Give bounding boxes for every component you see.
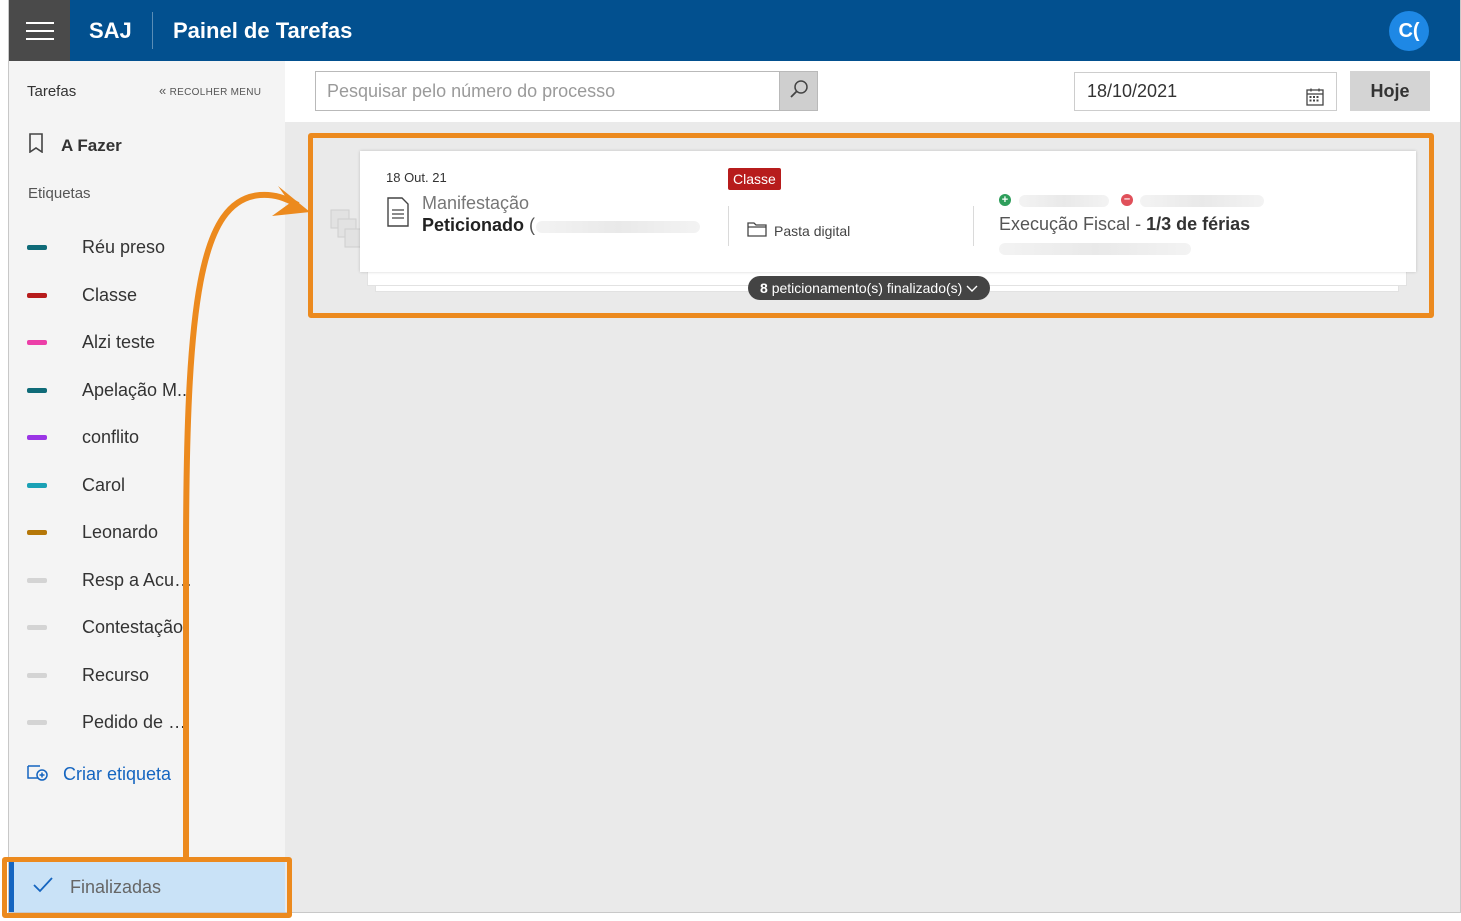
tag-label: conflito	[82, 426, 140, 447]
tag-label: Classe	[82, 284, 138, 305]
tag-label: Pedido de Li...	[82, 711, 194, 732]
create-tag-button[interactable]: Criar etiqueta	[27, 763, 171, 786]
sidebar-tag-conflito[interactable]: conflito	[27, 424, 202, 450]
tag-color-swatch	[27, 577, 47, 583]
search-input[interactable]: Pesquisar pelo número do processo	[315, 71, 780, 111]
header-divider	[152, 12, 153, 49]
highlight-box-finalizadas	[2, 857, 292, 918]
tag-color-swatch	[27, 672, 47, 678]
tag-label: Alzi teste	[82, 331, 156, 352]
tag-label: Carol	[82, 474, 126, 495]
tag-label: Contestação	[82, 616, 184, 637]
date-value: 18/10/2021	[1087, 81, 1178, 101]
tag-color-swatch	[27, 339, 47, 345]
sidebar-item-todo[interactable]: A Fazer	[27, 133, 122, 158]
tag-label: Leonardo	[82, 521, 159, 542]
search-button[interactable]	[779, 71, 818, 111]
bookmark-icon	[27, 133, 45, 158]
sidebar-tag-reu-preso[interactable]: Réu preso	[27, 234, 202, 260]
highlight-box-card	[308, 133, 1434, 318]
sidebar-tag-alzi-teste[interactable]: Alzi teste	[27, 329, 202, 355]
tag-color-swatch	[27, 387, 47, 393]
sidebar-tag-pedido[interactable]: Pedido de Li...	[27, 709, 202, 735]
add-tag-icon	[27, 763, 49, 786]
tag-label: Apelação M...	[82, 379, 193, 400]
page-title: Painel de Tarefas	[173, 18, 353, 43]
tag-label: Recurso	[82, 664, 150, 685]
tag-color-swatch	[27, 719, 47, 725]
sidebar-tag-apelacao[interactable]: Apelação M...	[27, 377, 202, 403]
sidebar-title: Tarefas	[27, 83, 77, 100]
double-chevron-left-icon: «	[159, 83, 167, 98]
search-icon	[789, 79, 809, 104]
sidebar-tag-resp-acus[interactable]: Resp a Acus...	[27, 567, 202, 593]
sidebar-tag-contestacao[interactable]: Contestação	[27, 614, 202, 640]
menu-icon[interactable]	[9, 0, 70, 61]
toolbar: Pesquisar pelo número do processo 18/10/…	[285, 61, 1460, 122]
tag-color-swatch	[27, 434, 47, 440]
tag-label: Réu preso	[82, 236, 166, 257]
sidebar-tag-classe[interactable]: Classe	[27, 282, 202, 308]
sidebar: Tarefas « RECOLHER MENU A Fazer Etiqueta…	[9, 61, 285, 912]
tags-heading: Etiquetas	[28, 185, 91, 202]
top-bar: SAJ Painel de Tarefas C(	[9, 0, 1460, 61]
sidebar-tag-carol[interactable]: Carol	[27, 472, 202, 498]
calendar-icon[interactable]	[1306, 82, 1324, 119]
sidebar-item-label: A Fazer	[61, 135, 122, 155]
date-field[interactable]: 18/10/2021	[1074, 72, 1337, 111]
tag-color-swatch	[27, 292, 47, 298]
brand-logo[interactable]: SAJ	[89, 0, 132, 61]
tag-color-swatch	[27, 529, 47, 535]
collapse-menu-button[interactable]: « RECOLHER MENU	[159, 83, 261, 98]
sidebar-tag-recurso[interactable]: Recurso	[27, 662, 202, 688]
sidebar-tag-leonardo[interactable]: Leonardo	[27, 519, 202, 545]
tag-color-swatch	[27, 624, 47, 630]
avatar[interactable]: C(	[1389, 11, 1429, 51]
tag-color-swatch	[27, 244, 47, 250]
create-tag-label: Criar etiqueta	[63, 764, 172, 784]
tag-color-swatch	[27, 482, 47, 488]
collapse-menu-label: RECOLHER MENU	[169, 87, 262, 98]
today-button[interactable]: Hoje	[1350, 71, 1430, 111]
tag-label: Resp a Acus...	[82, 569, 194, 590]
